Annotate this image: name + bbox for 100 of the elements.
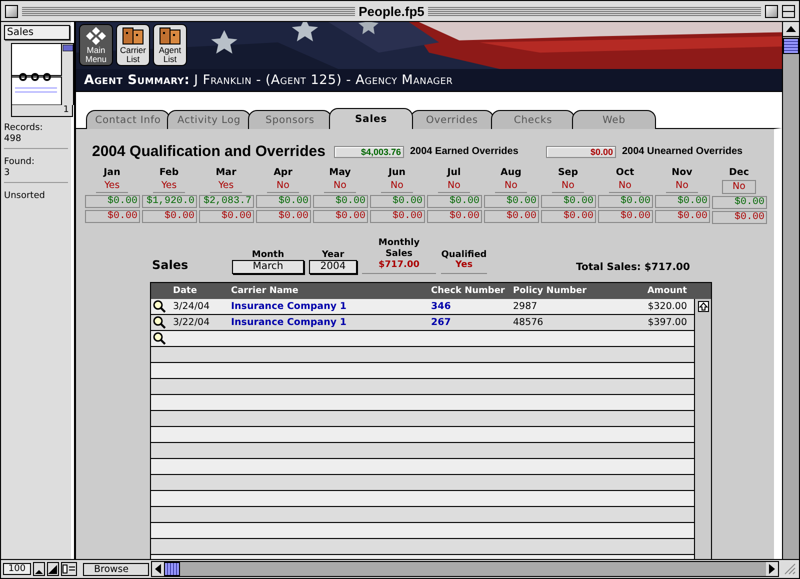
qualified-field[interactable]: No: [495, 180, 527, 193]
unearned-field[interactable]: $0.00: [712, 211, 766, 224]
month-field[interactable]: March: [232, 260, 304, 274]
earned-field[interactable]: $0.00: [256, 195, 310, 208]
unearned-field[interactable]: $0.00: [426, 210, 482, 223]
earned-field[interactable]: $0.00: [484, 195, 538, 208]
earned-field[interactable]: $1,920.0: [142, 195, 196, 208]
qualified-field[interactable]: No: [267, 180, 299, 193]
tab[interactable]: Web: [572, 110, 656, 129]
unearned-field[interactable]: $0.00: [312, 210, 368, 223]
qualified-field[interactable]: Yes: [96, 180, 128, 193]
scroll-left-arrow-icon[interactable]: [152, 562, 164, 576]
earned-field[interactable]: $0.00: [654, 195, 710, 208]
tab[interactable]: Sponsors: [248, 110, 332, 129]
earned-field[interactable]: $0.00: [540, 195, 596, 208]
unearned-field[interactable]: $0.00: [598, 210, 652, 223]
close-box[interactable]: [5, 4, 18, 18]
magnifier-icon[interactable]: [153, 316, 166, 329]
earned-total-field: $4,003.76: [334, 146, 404, 158]
layout-menu[interactable]: Sales: [4, 25, 70, 40]
month-label: Sep: [558, 167, 578, 180]
empty-table-row[interactable]: [151, 411, 694, 427]
tab[interactable]: Overrides: [410, 110, 494, 129]
check-number-link[interactable]: 267: [431, 317, 513, 328]
unearned-total-field: $0.00: [546, 146, 616, 158]
earned-field[interactable]: $0.00: [312, 195, 368, 208]
scroll-thumb[interactable]: [783, 38, 799, 54]
nav-button[interactable]: Carrier List: [116, 24, 150, 66]
month-label: Month: [252, 250, 284, 260]
qualified-field[interactable]: No: [552, 180, 584, 193]
unearned-field[interactable]: $0.00: [198, 210, 254, 223]
empty-table-row[interactable]: [151, 443, 694, 459]
nav-button[interactable]: Agent List: [153, 24, 187, 66]
resize-grip-icon[interactable]: [784, 563, 796, 575]
scroll-right-arrow-icon[interactable]: [766, 562, 778, 576]
empty-table-row[interactable]: [151, 347, 694, 363]
earned-field[interactable]: $0.00: [712, 196, 766, 209]
empty-table-row[interactable]: [151, 491, 694, 507]
status-area-toggle-icon[interactable]: [61, 562, 77, 576]
tab[interactable]: Contact Info: [86, 110, 170, 129]
horizontal-scrollbar[interactable]: [151, 561, 779, 577]
carrier-name-link[interactable]: Insurance Company 1: [231, 317, 431, 328]
unearned-field[interactable]: $0.00: [370, 210, 424, 223]
scroll-up-icon[interactable]: [698, 301, 708, 312]
earned-label: 2004 Earned Overrides: [410, 146, 520, 157]
earned-field[interactable]: $2,083.7: [198, 195, 254, 208]
magnifier-icon[interactable]: [153, 300, 166, 313]
book-icon[interactable]: [11, 43, 75, 105]
amount-cell-text: $397.00: [646, 317, 687, 328]
magnifier-icon[interactable]: [153, 332, 166, 345]
qualified-field[interactable]: No: [324, 180, 356, 193]
zoom-out-icon[interactable]: [33, 562, 45, 576]
earned-field[interactable]: $0.00: [426, 195, 482, 208]
zoom-box[interactable]: [765, 4, 778, 18]
qualified-field[interactable]: No: [438, 180, 470, 193]
empty-table-row[interactable]: [151, 507, 694, 523]
year-field[interactable]: 2004: [309, 260, 357, 274]
empty-table-row[interactable]: [151, 523, 694, 539]
unearned-field[interactable]: $0.00: [84, 210, 140, 223]
unearned-field[interactable]: $0.00: [654, 210, 710, 223]
tab[interactable]: Sales: [329, 108, 413, 129]
zoom-percentage[interactable]: 100: [3, 563, 31, 575]
unearned-field[interactable]: $0.00: [256, 210, 310, 223]
collapse-box[interactable]: [782, 4, 795, 18]
unearned-field[interactable]: $0.00: [540, 210, 596, 223]
tab[interactable]: Activity Log: [167, 110, 251, 129]
empty-table-row[interactable]: [151, 379, 694, 395]
unearned-field[interactable]: $0.00: [142, 210, 196, 223]
vertical-scrollbar[interactable]: [782, 22, 799, 559]
qualified-value: Yes: [441, 260, 487, 274]
scroll-thumb[interactable]: [164, 562, 180, 576]
tab[interactable]: Checks: [491, 110, 575, 129]
nav-button[interactable]: Main Menu: [79, 24, 113, 66]
earned-field[interactable]: $0.00: [598, 195, 652, 208]
empty-table-row[interactable]: [151, 395, 694, 411]
empty-table-row[interactable]: [151, 475, 694, 491]
empty-table-row[interactable]: [151, 427, 694, 443]
unearned-field[interactable]: $0.00: [484, 210, 538, 223]
date-cell-text: 3/22/04: [173, 317, 211, 328]
empty-table-row[interactable]: [151, 539, 694, 555]
qualified-field[interactable]: No: [666, 180, 698, 193]
earned-field[interactable]: $0.00: [84, 195, 140, 208]
month-label: Aug: [500, 167, 522, 180]
month-label: Mar: [216, 167, 236, 180]
zoom-in-icon[interactable]: [47, 562, 59, 576]
month-label: Apr: [274, 167, 292, 180]
qualified-field[interactable]: No: [609, 180, 641, 193]
earned-field[interactable]: $0.00: [370, 195, 424, 208]
empty-table-row[interactable]: [151, 459, 694, 475]
qualified-field[interactable]: Yes: [210, 180, 242, 193]
mode-menu[interactable]: Browse: [83, 562, 149, 576]
qualified-field[interactable]: No: [722, 180, 756, 194]
month-label: Feb: [159, 167, 179, 180]
empty-table-row[interactable]: [151, 363, 694, 379]
carrier-name-link[interactable]: Insurance Company 1: [231, 301, 431, 312]
qualified-field[interactable]: No: [381, 180, 413, 193]
check-number-link[interactable]: 346: [431, 301, 513, 312]
month-label: Dec: [729, 167, 749, 180]
arrows-icon: [86, 27, 106, 45]
qualified-field[interactable]: Yes: [153, 180, 185, 193]
